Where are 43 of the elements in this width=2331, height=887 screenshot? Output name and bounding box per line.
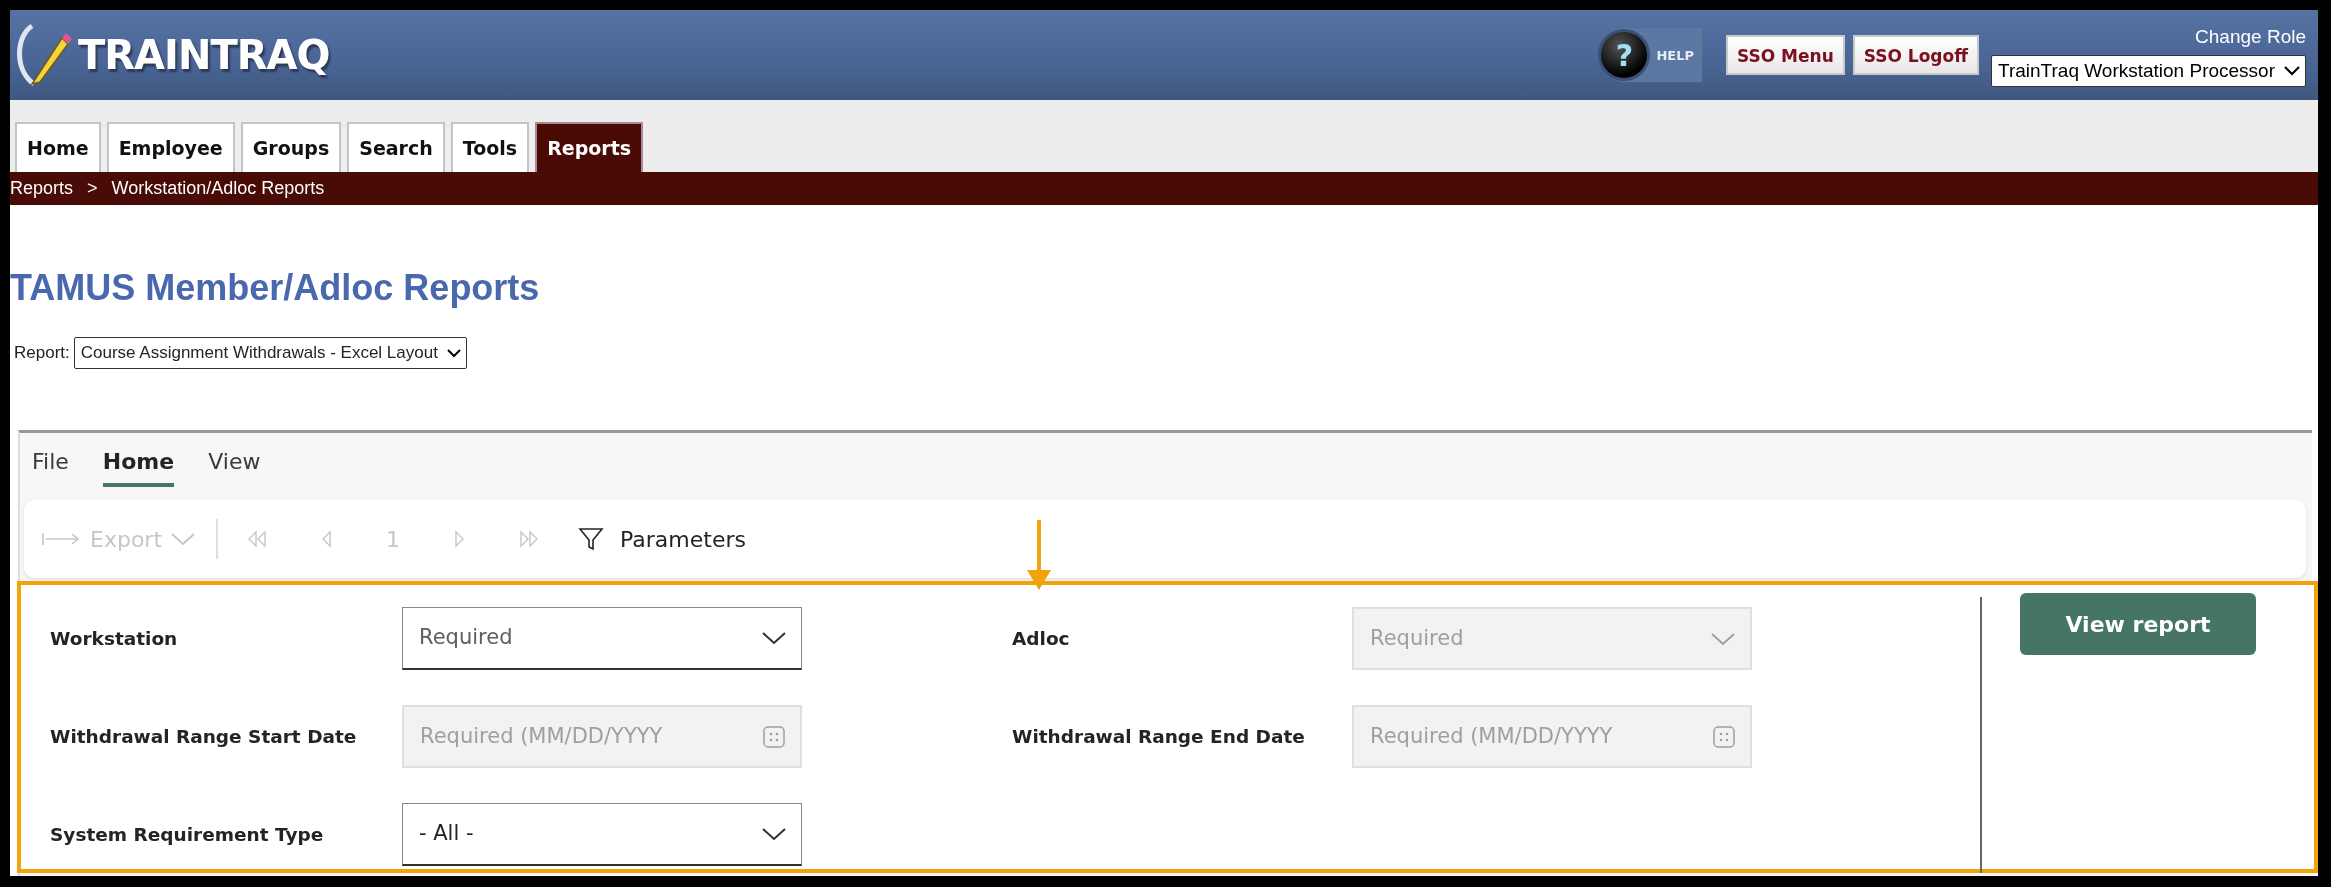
calendar-icon bbox=[1712, 724, 1736, 749]
breadcrumb-link[interactable]: Reports bbox=[10, 175, 74, 202]
calendar-icon bbox=[762, 724, 786, 749]
menu-tab[interactable]: View bbox=[208, 445, 261, 487]
caret-icon bbox=[2283, 64, 2301, 77]
menu-tab[interactable]: File bbox=[32, 445, 69, 487]
field-label: Adloc bbox=[1012, 626, 1071, 651]
menu-tab[interactable]: Home bbox=[102, 445, 175, 487]
breadcrumb-link[interactable]: Workstation/Adloc Reports bbox=[111, 175, 325, 202]
field-label: Withdrawal Range Start Date bbox=[50, 724, 358, 749]
caret-icon bbox=[170, 531, 196, 547]
help-button[interactable]: ? HELP bbox=[1598, 28, 1702, 82]
filter-icon bbox=[578, 526, 604, 552]
chevron-down-icon bbox=[1710, 630, 1736, 647]
field-label: Withdrawal Range End Date bbox=[1012, 724, 1306, 749]
last-page-icon[interactable] bbox=[518, 530, 540, 548]
breadcrumb-separator: > bbox=[87, 177, 98, 200]
field-label: System Requirement Type bbox=[50, 822, 325, 847]
sso-button[interactable]: SSO Menu bbox=[1726, 35, 1845, 75]
dropdown-field[interactable]: - All - bbox=[402, 803, 802, 866]
report-label: Report: bbox=[14, 342, 70, 364]
logo-text: TRAINTRAQ bbox=[78, 31, 330, 80]
first-page-icon[interactable] bbox=[246, 530, 268, 548]
report-select[interactable]: Course Assignment Withdrawals - Excel Layout bbox=[73, 337, 467, 369]
page-title: TAMUS Member/Adloc Reports bbox=[10, 266, 541, 309]
nav-tab[interactable]: Home bbox=[15, 122, 101, 172]
change-role-label: Change Role bbox=[2195, 25, 2306, 49]
nav-tab[interactable]: Search bbox=[347, 122, 445, 172]
parameters-button[interactable]: Parameters bbox=[578, 522, 746, 556]
sso-button[interactable]: SSO Logoff bbox=[1852, 35, 1979, 75]
nav-tab[interactable]: Groups bbox=[240, 122, 342, 172]
nav-tab[interactable]: Reports bbox=[535, 122, 644, 172]
view-report-button[interactable]: View report bbox=[2020, 593, 2256, 655]
dropdown-field[interactable]: Required bbox=[402, 607, 802, 670]
role-select[interactable]: TrainTraq Workstation Processor bbox=[1991, 54, 2306, 87]
caret-icon bbox=[445, 347, 462, 358]
page-number: 1 bbox=[386, 525, 400, 554]
export-arrow-icon bbox=[42, 531, 82, 547]
chevron-down-icon bbox=[761, 630, 787, 646]
chevron-down-icon bbox=[761, 826, 787, 842]
field-label: Workstation bbox=[50, 626, 179, 651]
nav-tab[interactable]: Employee bbox=[106, 122, 235, 172]
nav-tab[interactable]: Tools bbox=[450, 122, 530, 172]
